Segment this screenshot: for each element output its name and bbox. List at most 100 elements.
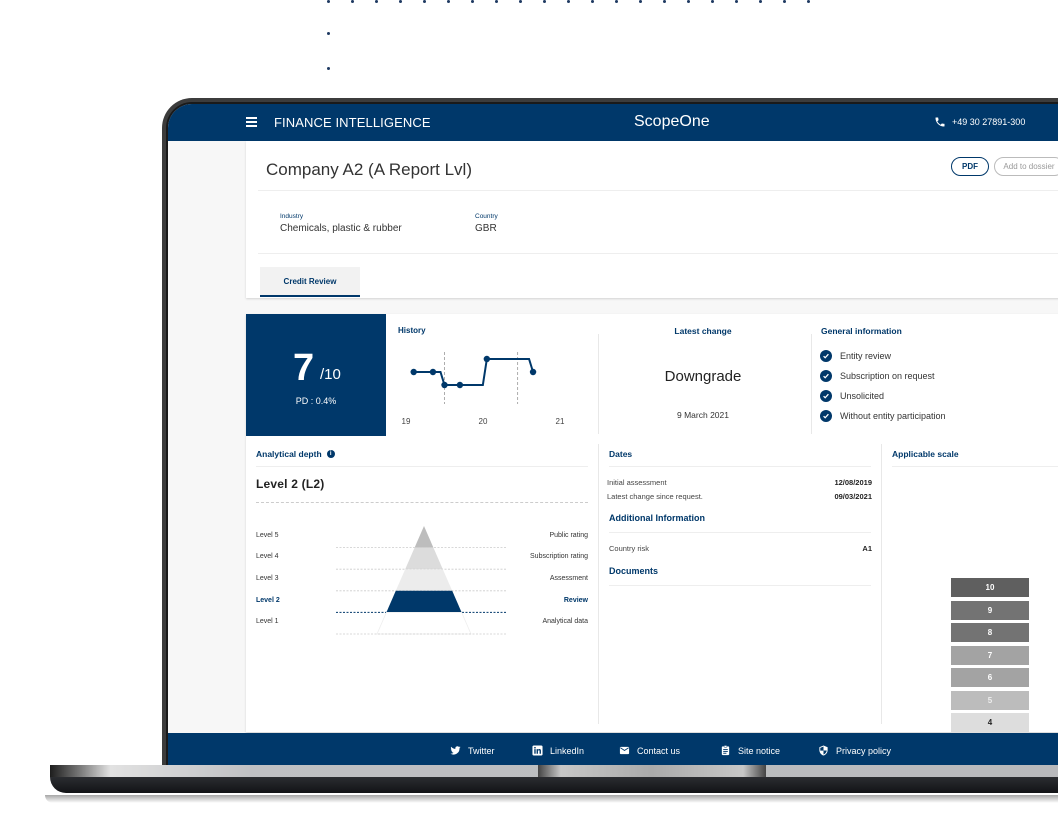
- check-circle-icon: [820, 370, 832, 382]
- scale-cell: 10: [951, 578, 1029, 597]
- decorative-dot: [519, 0, 522, 3]
- clipboard-icon: [721, 745, 730, 756]
- footer-link-site-notice[interactable]: Site notice: [720, 745, 780, 756]
- level-description: Public rating: [549, 531, 588, 539]
- latest-change-value: Downgrade: [664, 368, 742, 385]
- pdf-button[interactable]: PDF: [951, 157, 989, 176]
- general-information-item: Subscription on request: [820, 366, 946, 386]
- company-card: Company A2 (A Report Lvl) PDF Add to dos…: [246, 141, 1058, 298]
- footer-link-twitter[interactable]: Twitter: [450, 745, 495, 756]
- column-separator: [598, 444, 599, 724]
- probability-of-default: PD : 0.4%: [295, 396, 337, 406]
- dashed-divider: [256, 502, 588, 503]
- laptop-bezel: FINANCE INTELLIGENCE ScopeOne +49 30 278…: [166, 102, 1058, 768]
- decorative-dot: [375, 0, 378, 3]
- decorative-dot: [735, 0, 738, 3]
- check-circle-icon: [820, 410, 832, 422]
- analytical-depth-label: Analytical depth: [256, 449, 322, 459]
- phone-contact[interactable]: +49 30 27891-300: [934, 116, 1025, 128]
- general-information-list: Entity review Subscription on request Unso…: [820, 346, 946, 426]
- company-title: Company A2 (A Report Lvl): [266, 160, 472, 179]
- laptop-notch: [538, 765, 766, 777]
- additional-information-title: Additional Information: [609, 513, 705, 523]
- footer-link-contact-us[interactable]: Contact us: [619, 745, 680, 756]
- history-point[interactable]: [529, 368, 537, 376]
- history-point[interactable]: [456, 381, 464, 389]
- history-point[interactable]: [483, 355, 491, 363]
- applicable-scale-title: Applicable scale: [892, 449, 959, 459]
- footer-link-linkedin[interactable]: LinkedIn: [532, 745, 584, 756]
- history-point[interactable]: [429, 368, 437, 376]
- divider: [609, 532, 871, 533]
- decorative-dot: [495, 0, 498, 3]
- level-description: Review: [563, 596, 588, 604]
- analytical-depth-title: Analytical depth i: [256, 449, 335, 459]
- divider: [609, 466, 871, 467]
- latest-change-title: Latest change: [674, 326, 732, 336]
- general-information-title: General information: [821, 326, 902, 336]
- footer-link-label: LinkedIn: [550, 745, 585, 756]
- pyramid-band: [414, 526, 434, 548]
- level-label: Level 5: [256, 531, 279, 539]
- decorative-dot: [567, 0, 570, 3]
- decorative-dot: [471, 0, 474, 3]
- app-screen: FINANCE INTELLIGENCE ScopeOne +49 30 278…: [168, 104, 1058, 768]
- general-information-text: Entity review: [840, 351, 892, 361]
- country-label: Country: [475, 213, 498, 220]
- history-point[interactable]: [410, 368, 417, 376]
- footer-link-privacy-policy[interactable]: Privacy policy: [818, 745, 891, 756]
- scale-cell: 8: [951, 623, 1029, 642]
- shield-icon: [819, 745, 828, 756]
- brand-title: FINANCE INTELLIGENCE: [274, 115, 431, 130]
- level-description: Analytical data: [542, 618, 588, 626]
- check-circle-icon: [820, 390, 832, 402]
- column-separator: [881, 444, 882, 724]
- scale-cell: 4: [951, 713, 1029, 732]
- check-circle-icon: [820, 350, 832, 362]
- industry-label: Industry: [280, 213, 304, 220]
- info-icon[interactable]: i: [326, 450, 335, 458]
- divider: [892, 466, 1058, 467]
- mail-icon: [619, 746, 630, 755]
- general-information-item: Unsolicited: [820, 386, 946, 406]
- decorative-dot: [663, 0, 666, 3]
- linkedin-icon: [532, 745, 543, 756]
- add-to-dossier-button[interactable]: Add to dossier: [994, 157, 1058, 176]
- date-row-label: Initial assessment: [607, 478, 667, 487]
- rating-score-box: 7 /10 PD : 0.4%: [246, 314, 386, 436]
- documents-title[interactable]: Documents: [609, 566, 658, 576]
- history-point[interactable]: [441, 381, 448, 389]
- decorative-dot: [591, 0, 594, 3]
- app-name: ScopeOne: [634, 113, 710, 130]
- laptop-mockup: FINANCE INTELLIGENCE ScopeOne +49 30 278…: [0, 0, 1058, 824]
- rating-scale-max: /10: [320, 366, 341, 383]
- level-description: Subscription rating: [530, 553, 588, 561]
- level-label: Level 1: [256, 618, 279, 626]
- pyramid-band: [376, 612, 472, 635]
- dates-title: Dates: [609, 449, 633, 459]
- decorative-dot: [327, 67, 330, 70]
- hamburger-menu-icon[interactable]: [246, 117, 257, 127]
- history-title: History: [398, 326, 426, 335]
- history-x-tick: 19: [402, 417, 411, 426]
- level-label: Level 4: [256, 553, 279, 561]
- scale-cell: 7: [951, 645, 1029, 665]
- country-value: GBR: [475, 223, 497, 234]
- decorative-dot: [711, 0, 714, 3]
- level-label: Level 3: [256, 575, 279, 582]
- divider: [609, 585, 871, 586]
- pyramid-band: [405, 547, 443, 570]
- laptop-base: [50, 765, 1058, 795]
- history-x-tick: 20: [479, 417, 488, 426]
- country-risk-label: Country risk: [609, 544, 650, 553]
- decorative-dot: [543, 0, 546, 3]
- decorative-dot: [327, 0, 330, 3]
- decorative-dot: [687, 0, 690, 3]
- decorative-dot: [783, 0, 786, 3]
- app-header: FINANCE INTELLIGENCE ScopeOne +49 30 278…: [168, 104, 1058, 141]
- decorative-dot: [759, 0, 762, 3]
- pyramid-band: [386, 590, 462, 613]
- country-risk-value: A1: [862, 544, 872, 553]
- app-footer: Twitter LinkedIn Contact us Site notice: [168, 733, 1058, 768]
- tab-credit-review[interactable]: Credit Review: [260, 267, 360, 297]
